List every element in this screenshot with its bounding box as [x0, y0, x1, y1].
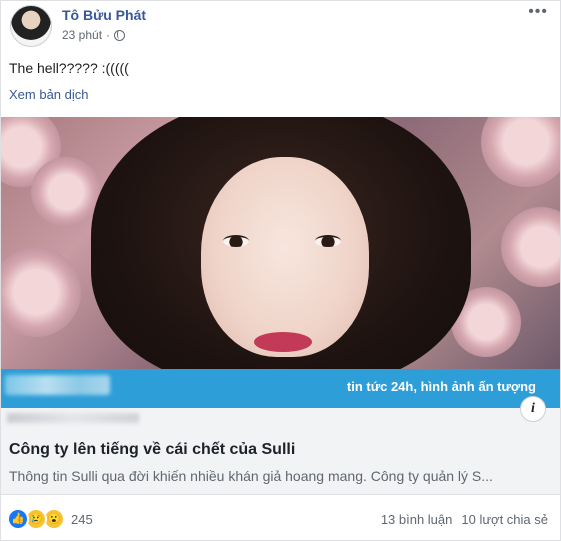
- post-stats: 13 bình luận 10 lượt chia sẻ: [381, 512, 548, 527]
- meta-separator: ·: [106, 28, 111, 42]
- comments-count[interactable]: 13 bình luận: [381, 512, 453, 527]
- banner-text: tin tức 24h, hình ảnh ấn tượng: [346, 379, 536, 394]
- blurred-logo: [5, 375, 110, 395]
- link-description: Thông tin Sulli qua đời khiến nhiều khán…: [9, 468, 493, 484]
- blurred-domain: [7, 413, 139, 423]
- like-icon: 👍: [7, 508, 29, 530]
- info-icon[interactable]: i: [520, 396, 546, 422]
- translate-link[interactable]: Xem bản dịch: [9, 87, 89, 102]
- post-time[interactable]: 23 phút: [62, 28, 102, 42]
- more-icon[interactable]: •••: [528, 3, 548, 21]
- globe-icon[interactable]: [114, 29, 126, 41]
- reaction-count[interactable]: 245: [71, 512, 93, 527]
- link-title[interactable]: Công ty lên tiếng về cái chết của Sulli: [9, 441, 295, 459]
- shares-count[interactable]: 10 lượt chia sẻ: [461, 512, 548, 527]
- author-name[interactable]: Tô Bửu Phát: [62, 7, 146, 23]
- avatar[interactable]: [10, 5, 52, 47]
- link-preview-box[interactable]: i Công ty lên tiếng về cái chết của Sull…: [1, 396, 560, 495]
- post-meta: 23 phút ·: [62, 28, 126, 42]
- preview-banner[interactable]: tin tức 24h, hình ảnh ấn tượng: [1, 369, 560, 408]
- link-preview-image[interactable]: [1, 117, 560, 369]
- reactions-summary[interactable]: 👍 😢 😮 245: [7, 508, 93, 530]
- post-card: Tô Bửu Phát 23 phút · ••• The hell????? …: [0, 0, 561, 541]
- post-text: The hell????? :(((((: [9, 60, 129, 76]
